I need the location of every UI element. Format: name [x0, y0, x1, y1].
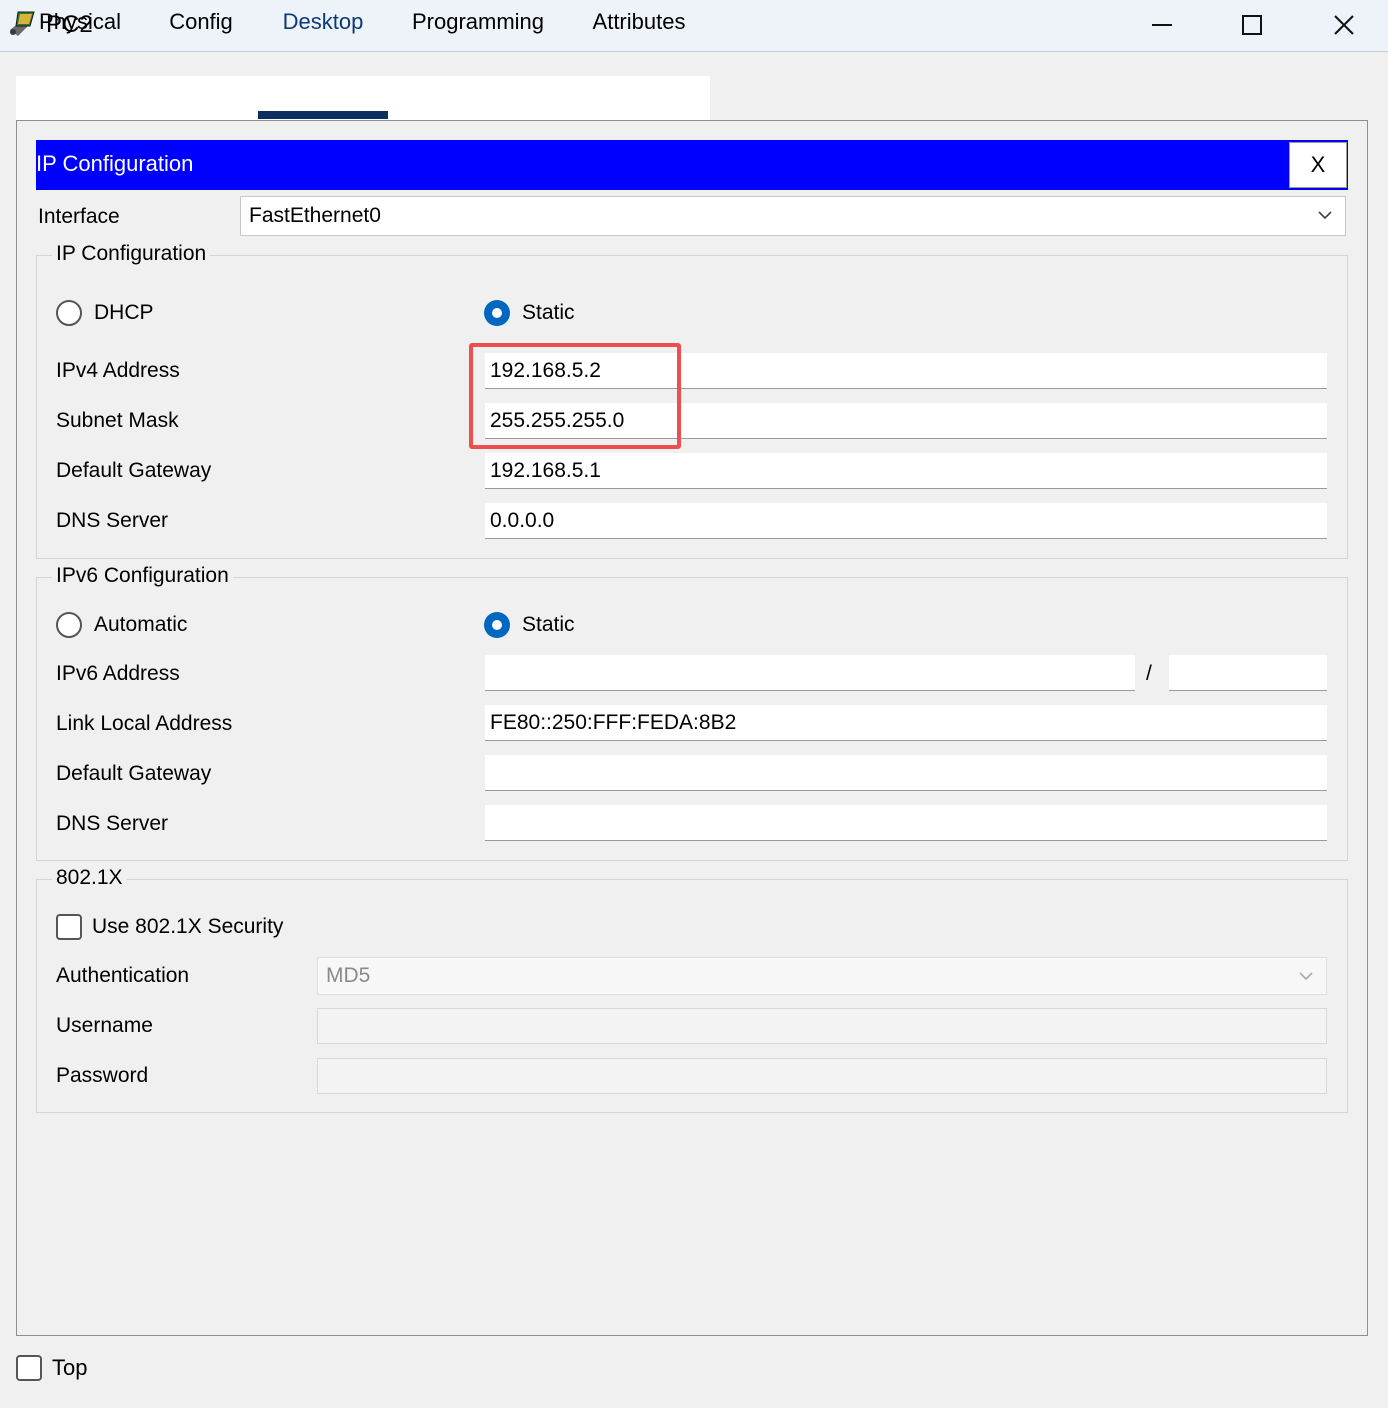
- password-input[interactable]: [317, 1058, 1327, 1094]
- top-checkbox[interactable]: [16, 1355, 42, 1381]
- ipv6-address-label: IPv6 Address: [56, 662, 180, 685]
- tab-desktop[interactable]: Desktop: [258, 0, 388, 44]
- interface-label: Interface: [38, 205, 120, 228]
- tab-physical[interactable]: Physical: [16, 0, 144, 44]
- top-label: Top: [52, 1355, 88, 1380]
- ipv6-default-gateway-input[interactable]: [485, 755, 1327, 791]
- dhcp-radio[interactable]: [56, 300, 82, 326]
- ipv6-address-input[interactable]: [485, 655, 1135, 691]
- username-input[interactable]: [317, 1008, 1327, 1044]
- username-label: Username: [56, 1014, 153, 1037]
- ipv4-dns-server-input[interactable]: [485, 503, 1327, 539]
- ipv4-default-gateway-label: Default Gateway: [56, 459, 212, 482]
- close-icon: [1334, 15, 1354, 35]
- ipv6-prefix-length-input[interactable]: [1169, 655, 1327, 691]
- highlight-annotation-box: [469, 343, 681, 449]
- tab-attributes[interactable]: Attributes: [568, 0, 710, 44]
- minimize-icon: [1152, 24, 1172, 26]
- maximize-button[interactable]: [1206, 0, 1298, 50]
- interface-select-value: FastEthernet0: [249, 204, 381, 227]
- ipv4-group-title: IP Configuration: [52, 242, 211, 266]
- ipv6-prefix-separator: /: [1146, 662, 1152, 685]
- dhcp-label: DHCP: [94, 301, 154, 324]
- maximize-icon: [1242, 15, 1262, 35]
- ipv6-automatic-label: Automatic: [94, 613, 188, 636]
- link-local-address-label: Link Local Address: [56, 712, 233, 735]
- ipv4-static-radio[interactable]: [484, 300, 510, 326]
- dot1x-group-title: 802.1X: [52, 866, 127, 890]
- ipv6-automatic-radio[interactable]: [56, 612, 82, 638]
- link-local-address-input[interactable]: [485, 705, 1327, 741]
- ipv4-static-label: Static: [522, 301, 575, 324]
- chevron-down-icon: [1299, 972, 1313, 981]
- ipv6-group-title: IPv6 Configuration: [52, 564, 233, 588]
- ip-configuration-close-button[interactable]: X: [1289, 142, 1347, 188]
- chevron-down-icon: [1318, 211, 1332, 220]
- ipv6-dns-server-label: DNS Server: [56, 812, 169, 835]
- ip-configuration-title: IP Configuration: [36, 151, 194, 176]
- password-label: Password: [56, 1064, 149, 1087]
- ipv6-dns-server-input[interactable]: [485, 805, 1327, 841]
- interface-select[interactable]: FastEthernet0: [240, 196, 1346, 236]
- minimize-button[interactable]: [1116, 0, 1208, 50]
- ipv6-default-gateway-label: Default Gateway: [56, 762, 212, 785]
- ipv4-dns-server-label: DNS Server: [56, 509, 169, 532]
- ipv4-address-label: IPv4 Address: [56, 359, 180, 382]
- tab-programming[interactable]: Programming: [388, 0, 568, 44]
- subnet-mask-label: Subnet Mask: [56, 409, 179, 432]
- use-dot1x-security-label: Use 802.1X Security: [92, 915, 284, 938]
- ipv4-default-gateway-input[interactable]: [485, 453, 1327, 489]
- ipv6-static-label: Static: [522, 613, 575, 636]
- authentication-label: Authentication: [56, 964, 190, 987]
- ip-configuration-header: [36, 140, 1348, 190]
- active-tab-indicator: [258, 111, 388, 119]
- use-dot1x-security-checkbox[interactable]: [56, 914, 82, 940]
- authentication-select-value: MD5: [326, 964, 371, 987]
- tab-config[interactable]: Config: [144, 0, 258, 44]
- ipv6-static-radio[interactable]: [484, 612, 510, 638]
- authentication-select[interactable]: MD5: [317, 957, 1327, 995]
- close-button[interactable]: [1298, 0, 1388, 50]
